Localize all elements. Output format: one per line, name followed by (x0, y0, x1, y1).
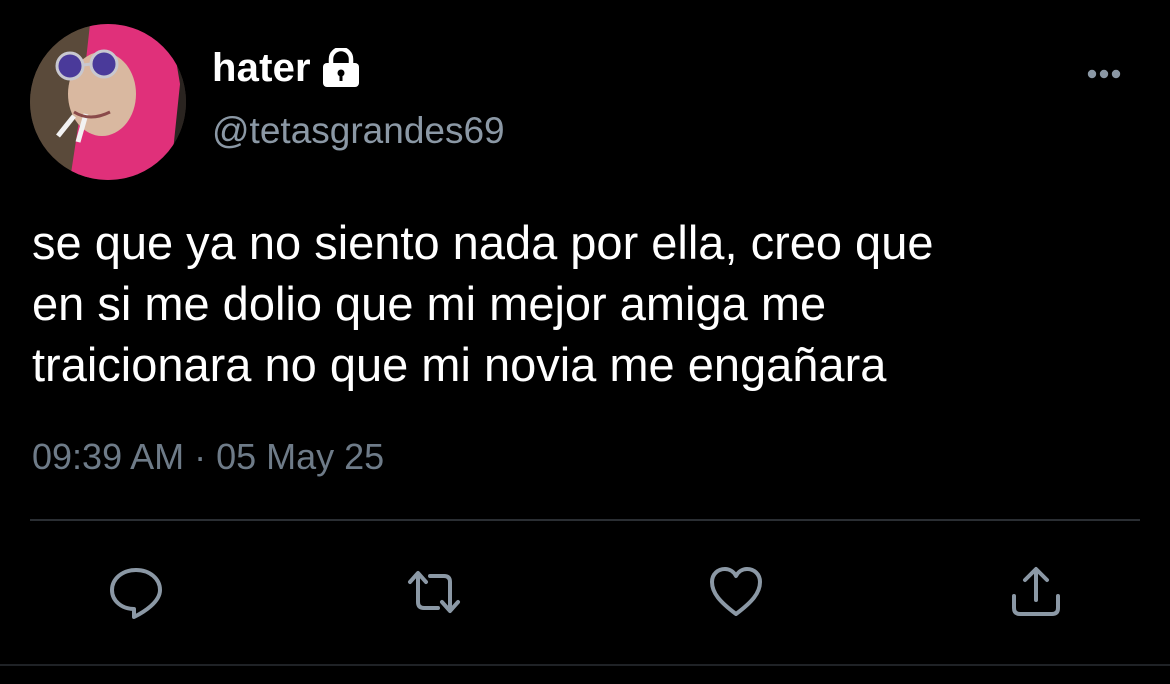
divider (30, 519, 1140, 521)
author-name-row: hater (212, 44, 363, 92)
retweet-button[interactable] (402, 560, 466, 624)
display-name[interactable]: hater (212, 46, 311, 91)
tweet-text: se que ya no siento nada por ella, creo … (32, 216, 934, 391)
avatar-photo (30, 24, 186, 180)
share-button[interactable] (1004, 560, 1068, 624)
reply-icon (110, 568, 162, 619)
bottom-divider (0, 664, 1170, 666)
like-button[interactable] (704, 560, 768, 624)
author-handle[interactable]: @tetasgrandes69 (212, 110, 505, 152)
tweet: hater @tetasgrandes69 se que ya no sient… (0, 0, 1170, 684)
more-options-icon[interactable] (1080, 58, 1128, 90)
share-icon (1012, 567, 1060, 616)
lock-icon (322, 48, 359, 87)
heart-icon (710, 567, 762, 616)
retweet-icon (408, 571, 460, 613)
avatar[interactable] (30, 24, 186, 180)
reply-button[interactable] (104, 560, 168, 624)
timestamp[interactable]: 09:39 AM · 05 May 25 (32, 436, 384, 478)
